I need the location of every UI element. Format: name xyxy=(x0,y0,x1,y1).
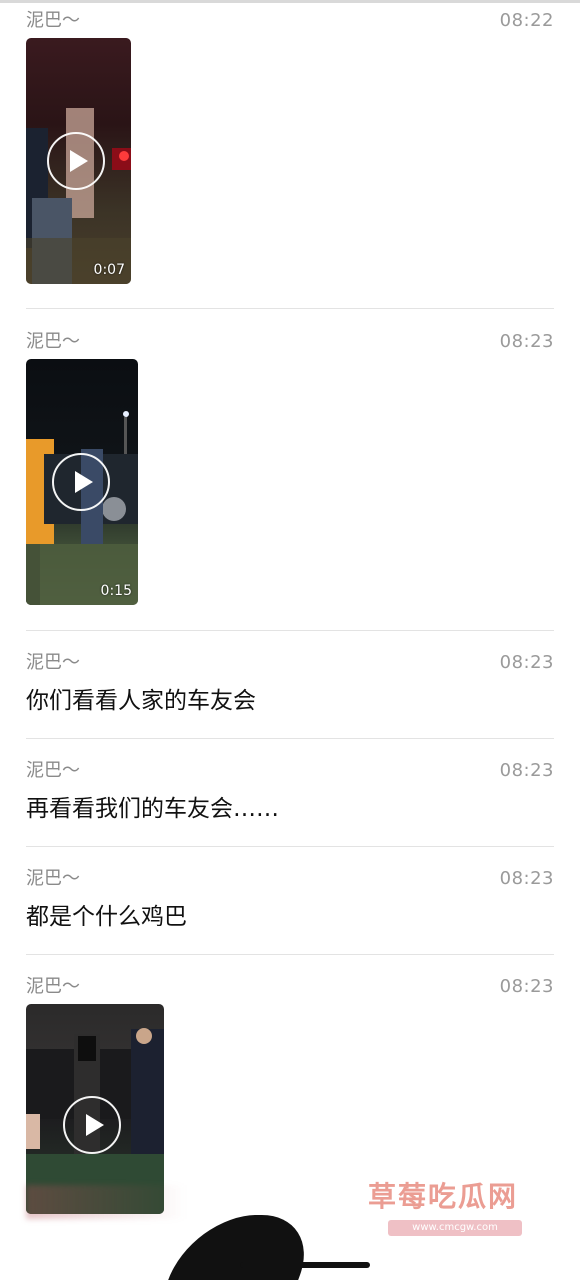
divider xyxy=(26,630,554,631)
message-text: 都是个什么鸡巴 xyxy=(26,904,187,930)
video-thumbnail[interactable] xyxy=(26,1004,164,1214)
message-time: 08:23 xyxy=(499,331,554,352)
watermark-url: www.cmcgw.com xyxy=(388,1220,522,1236)
video-thumbnail[interactable]: 0:15 xyxy=(26,359,138,605)
divider xyxy=(26,308,554,309)
message-item: 泥巴～ 08:23 都是个什么鸡巴 xyxy=(26,868,554,948)
video-duration: 0:07 xyxy=(93,262,125,278)
message-time: 08:23 xyxy=(499,976,554,997)
watermark-logo: 草莓吃瓜网 xyxy=(368,1180,519,1213)
message-item: 泥巴～ 08:22 0:07 xyxy=(26,10,554,290)
blurred-overlay xyxy=(26,1185,186,1219)
play-button[interactable] xyxy=(52,453,110,511)
message-text: 你们看看人家的车友会 xyxy=(26,688,256,714)
message-item: 泥巴～ 08:23 你们看看人家的车友会 xyxy=(26,652,554,732)
message-item: 泥巴～ 08:23 0:15 xyxy=(26,331,554,611)
message-time: 08:22 xyxy=(499,10,554,31)
sender-name: 泥巴～ xyxy=(26,10,80,31)
message-time: 08:23 xyxy=(499,760,554,781)
sender-name: 泥巴～ xyxy=(26,976,80,997)
divider xyxy=(26,738,554,739)
message-time: 08:23 xyxy=(499,652,554,673)
video-thumbnail[interactable]: 0:07 xyxy=(26,38,131,284)
play-icon xyxy=(86,1114,104,1136)
play-button[interactable] xyxy=(63,1096,121,1154)
sender-name: 泥巴～ xyxy=(26,868,80,889)
divider xyxy=(26,954,554,955)
play-button[interactable] xyxy=(47,132,105,190)
divider xyxy=(26,846,554,847)
play-icon xyxy=(75,471,93,493)
sender-name: 泥巴～ xyxy=(26,652,80,673)
message-text: 再看看我们的车友会…… xyxy=(26,796,279,822)
top-border xyxy=(0,0,580,3)
message-item: 泥巴～ 08:23 再看看我们的车友会…… xyxy=(26,760,554,840)
sender-name: 泥巴～ xyxy=(26,331,80,352)
play-icon xyxy=(70,150,88,172)
message-time: 08:23 xyxy=(499,868,554,889)
sender-name: 泥巴～ xyxy=(26,760,80,781)
video-duration: 0:15 xyxy=(100,583,132,599)
home-indicator[interactable] xyxy=(240,1262,370,1268)
